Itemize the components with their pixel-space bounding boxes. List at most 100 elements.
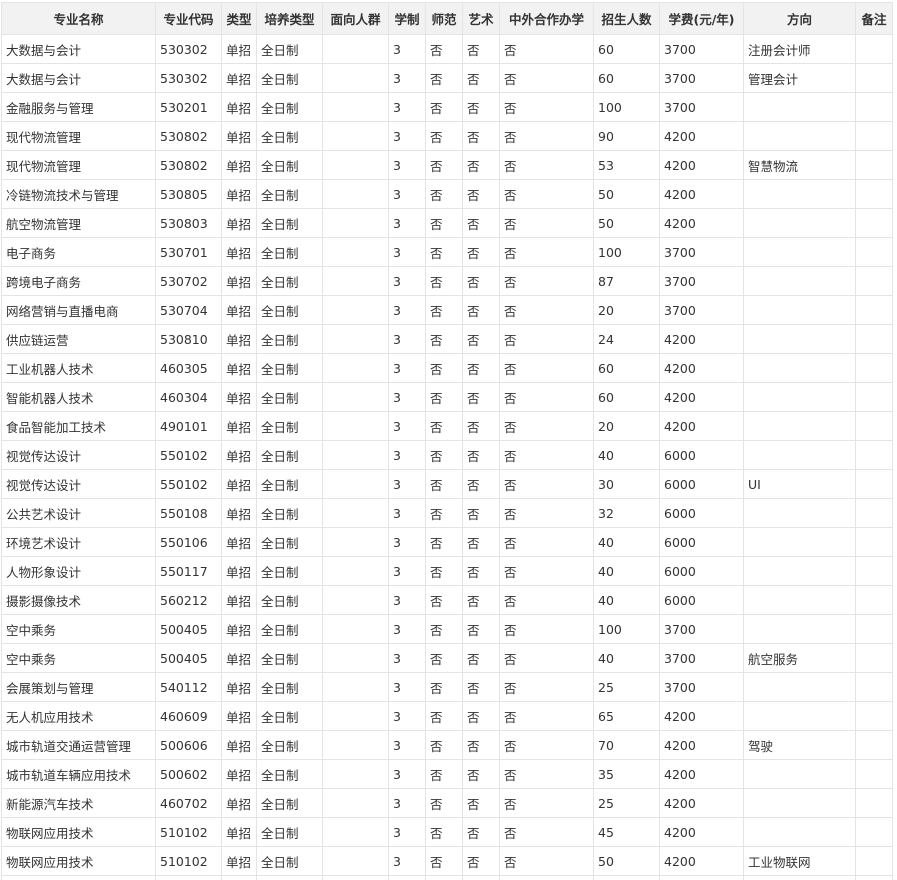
tuition-cell: 4200 [660, 412, 744, 441]
remarks-cell [856, 673, 893, 702]
duration-cell: 3 [389, 209, 426, 238]
major-name-cell: 智能机器人技术 [2, 383, 156, 412]
type-cell: 单招 [222, 354, 257, 383]
target-group-cell [323, 209, 389, 238]
remarks-cell [856, 267, 893, 296]
type-cell: 单招 [222, 615, 257, 644]
direction-cell [744, 122, 856, 151]
tuition-cell: 3700 [660, 35, 744, 64]
target-group-cell [323, 412, 389, 441]
target-group-cell [323, 383, 389, 412]
direction-cell [744, 441, 856, 470]
normal-cell: 否 [426, 847, 463, 876]
target-group-cell [323, 673, 389, 702]
direction-cell [744, 383, 856, 412]
table-row: 冷链物流技术与管理530805单招全日制3否否否504200 [2, 180, 893, 209]
header-art: 艺术 [463, 3, 500, 35]
table-row: 摄影摄像技术560212单招全日制3否否否406000 [2, 586, 893, 615]
major-name-cell: 食品智能加工技术 [2, 412, 156, 441]
table-row: 大数据与会计530302单招全日制3否否否603700注册会计师 [2, 35, 893, 64]
duration-cell: 3 [389, 35, 426, 64]
joint-program-cell: 否 [500, 209, 594, 238]
major-code-cell: 550102 [156, 441, 222, 470]
joint-program-cell: 否 [500, 615, 594, 644]
training-type-cell: 全日制 [257, 528, 323, 557]
major-code-cell: 550108 [156, 499, 222, 528]
remarks-cell [856, 470, 893, 499]
training-type-cell: 全日制 [257, 238, 323, 267]
direction-cell [744, 180, 856, 209]
normal-cell: 否 [426, 325, 463, 354]
duration-cell: 3 [389, 441, 426, 470]
art-cell: 否 [463, 499, 500, 528]
table-row: 现代物流管理530802单招全日制3否否否904200 [2, 122, 893, 151]
major-code-cell: 530702 [156, 267, 222, 296]
remarks-cell [856, 122, 893, 151]
enrollment-cell: 100 [594, 615, 660, 644]
duration-cell: 3 [389, 818, 426, 847]
enrollment-cell: 40 [594, 528, 660, 557]
art-cell: 否 [463, 180, 500, 209]
duration-cell: 3 [389, 499, 426, 528]
direction-cell [744, 354, 856, 383]
remarks-cell [856, 35, 893, 64]
training-type-cell: 全日制 [257, 760, 323, 789]
duration-cell: 3 [389, 267, 426, 296]
major-code-cell: 530704 [156, 296, 222, 325]
training-type-cell: 全日制 [257, 470, 323, 499]
direction-cell [744, 586, 856, 615]
major-name-cell: 物联网应用技术 [2, 847, 156, 876]
tuition-cell: 6000 [660, 470, 744, 499]
type-cell: 单招 [222, 847, 257, 876]
target-group-cell [323, 238, 389, 267]
remarks-cell [856, 702, 893, 731]
target-group-cell [323, 441, 389, 470]
tuition-cell: 4200 [660, 151, 744, 180]
normal-cell: 否 [426, 383, 463, 412]
joint-program-cell: 否 [500, 35, 594, 64]
major-code-cell: 460702 [156, 789, 222, 818]
major-name-cell: 物联网应用技术 [2, 818, 156, 847]
major-code-cell: 510102 [156, 818, 222, 847]
art-cell: 否 [463, 35, 500, 64]
table-row: 智能机器人技术460304单招全日制3否否否604200 [2, 383, 893, 412]
tuition-cell: 3700 [660, 296, 744, 325]
art-cell: 否 [463, 93, 500, 122]
target-group-cell [323, 557, 389, 586]
enrollment-cell: 20 [594, 412, 660, 441]
joint-program-cell: 否 [500, 64, 594, 93]
header-direction: 方向 [744, 3, 856, 35]
art-cell: 否 [463, 731, 500, 760]
enrollment-cell: 40 [594, 644, 660, 673]
type-cell: 单招 [222, 209, 257, 238]
target-group-cell [323, 499, 389, 528]
direction-cell [744, 238, 856, 267]
remarks-cell [856, 151, 893, 180]
tuition-cell: 3700 [660, 64, 744, 93]
major-name-cell: 航空物流管理 [2, 209, 156, 238]
joint-program-cell: 否 [500, 789, 594, 818]
header-target-group: 面向人群 [323, 3, 389, 35]
training-type-cell: 全日制 [257, 615, 323, 644]
table-row: 公共艺术设计550108单招全日制3否否否326000 [2, 499, 893, 528]
joint-program-cell: 否 [500, 325, 594, 354]
major-name-cell: 城市轨道交通运营管理 [2, 731, 156, 760]
target-group-cell [323, 122, 389, 151]
duration-cell: 3 [389, 470, 426, 499]
type-cell: 单招 [222, 412, 257, 441]
type-cell: 单招 [222, 441, 257, 470]
table-row: 城市轨道交通运营管理500606单招全日制3否否否704200驾驶 [2, 731, 893, 760]
major-name-cell: 无人机应用技术 [2, 702, 156, 731]
normal-cell: 否 [426, 93, 463, 122]
type-cell: 单招 [222, 557, 257, 586]
table-row: 金融服务与管理530201单招全日制3否否否1003700 [2, 93, 893, 122]
target-group-cell [323, 354, 389, 383]
normal-cell: 否 [426, 441, 463, 470]
target-group-cell [323, 470, 389, 499]
enrollment-cell: 24 [594, 325, 660, 354]
target-group-cell [323, 296, 389, 325]
direction-cell [744, 673, 856, 702]
direction-cell [744, 267, 856, 296]
target-group-cell [323, 528, 389, 557]
joint-program-cell: 否 [500, 731, 594, 760]
